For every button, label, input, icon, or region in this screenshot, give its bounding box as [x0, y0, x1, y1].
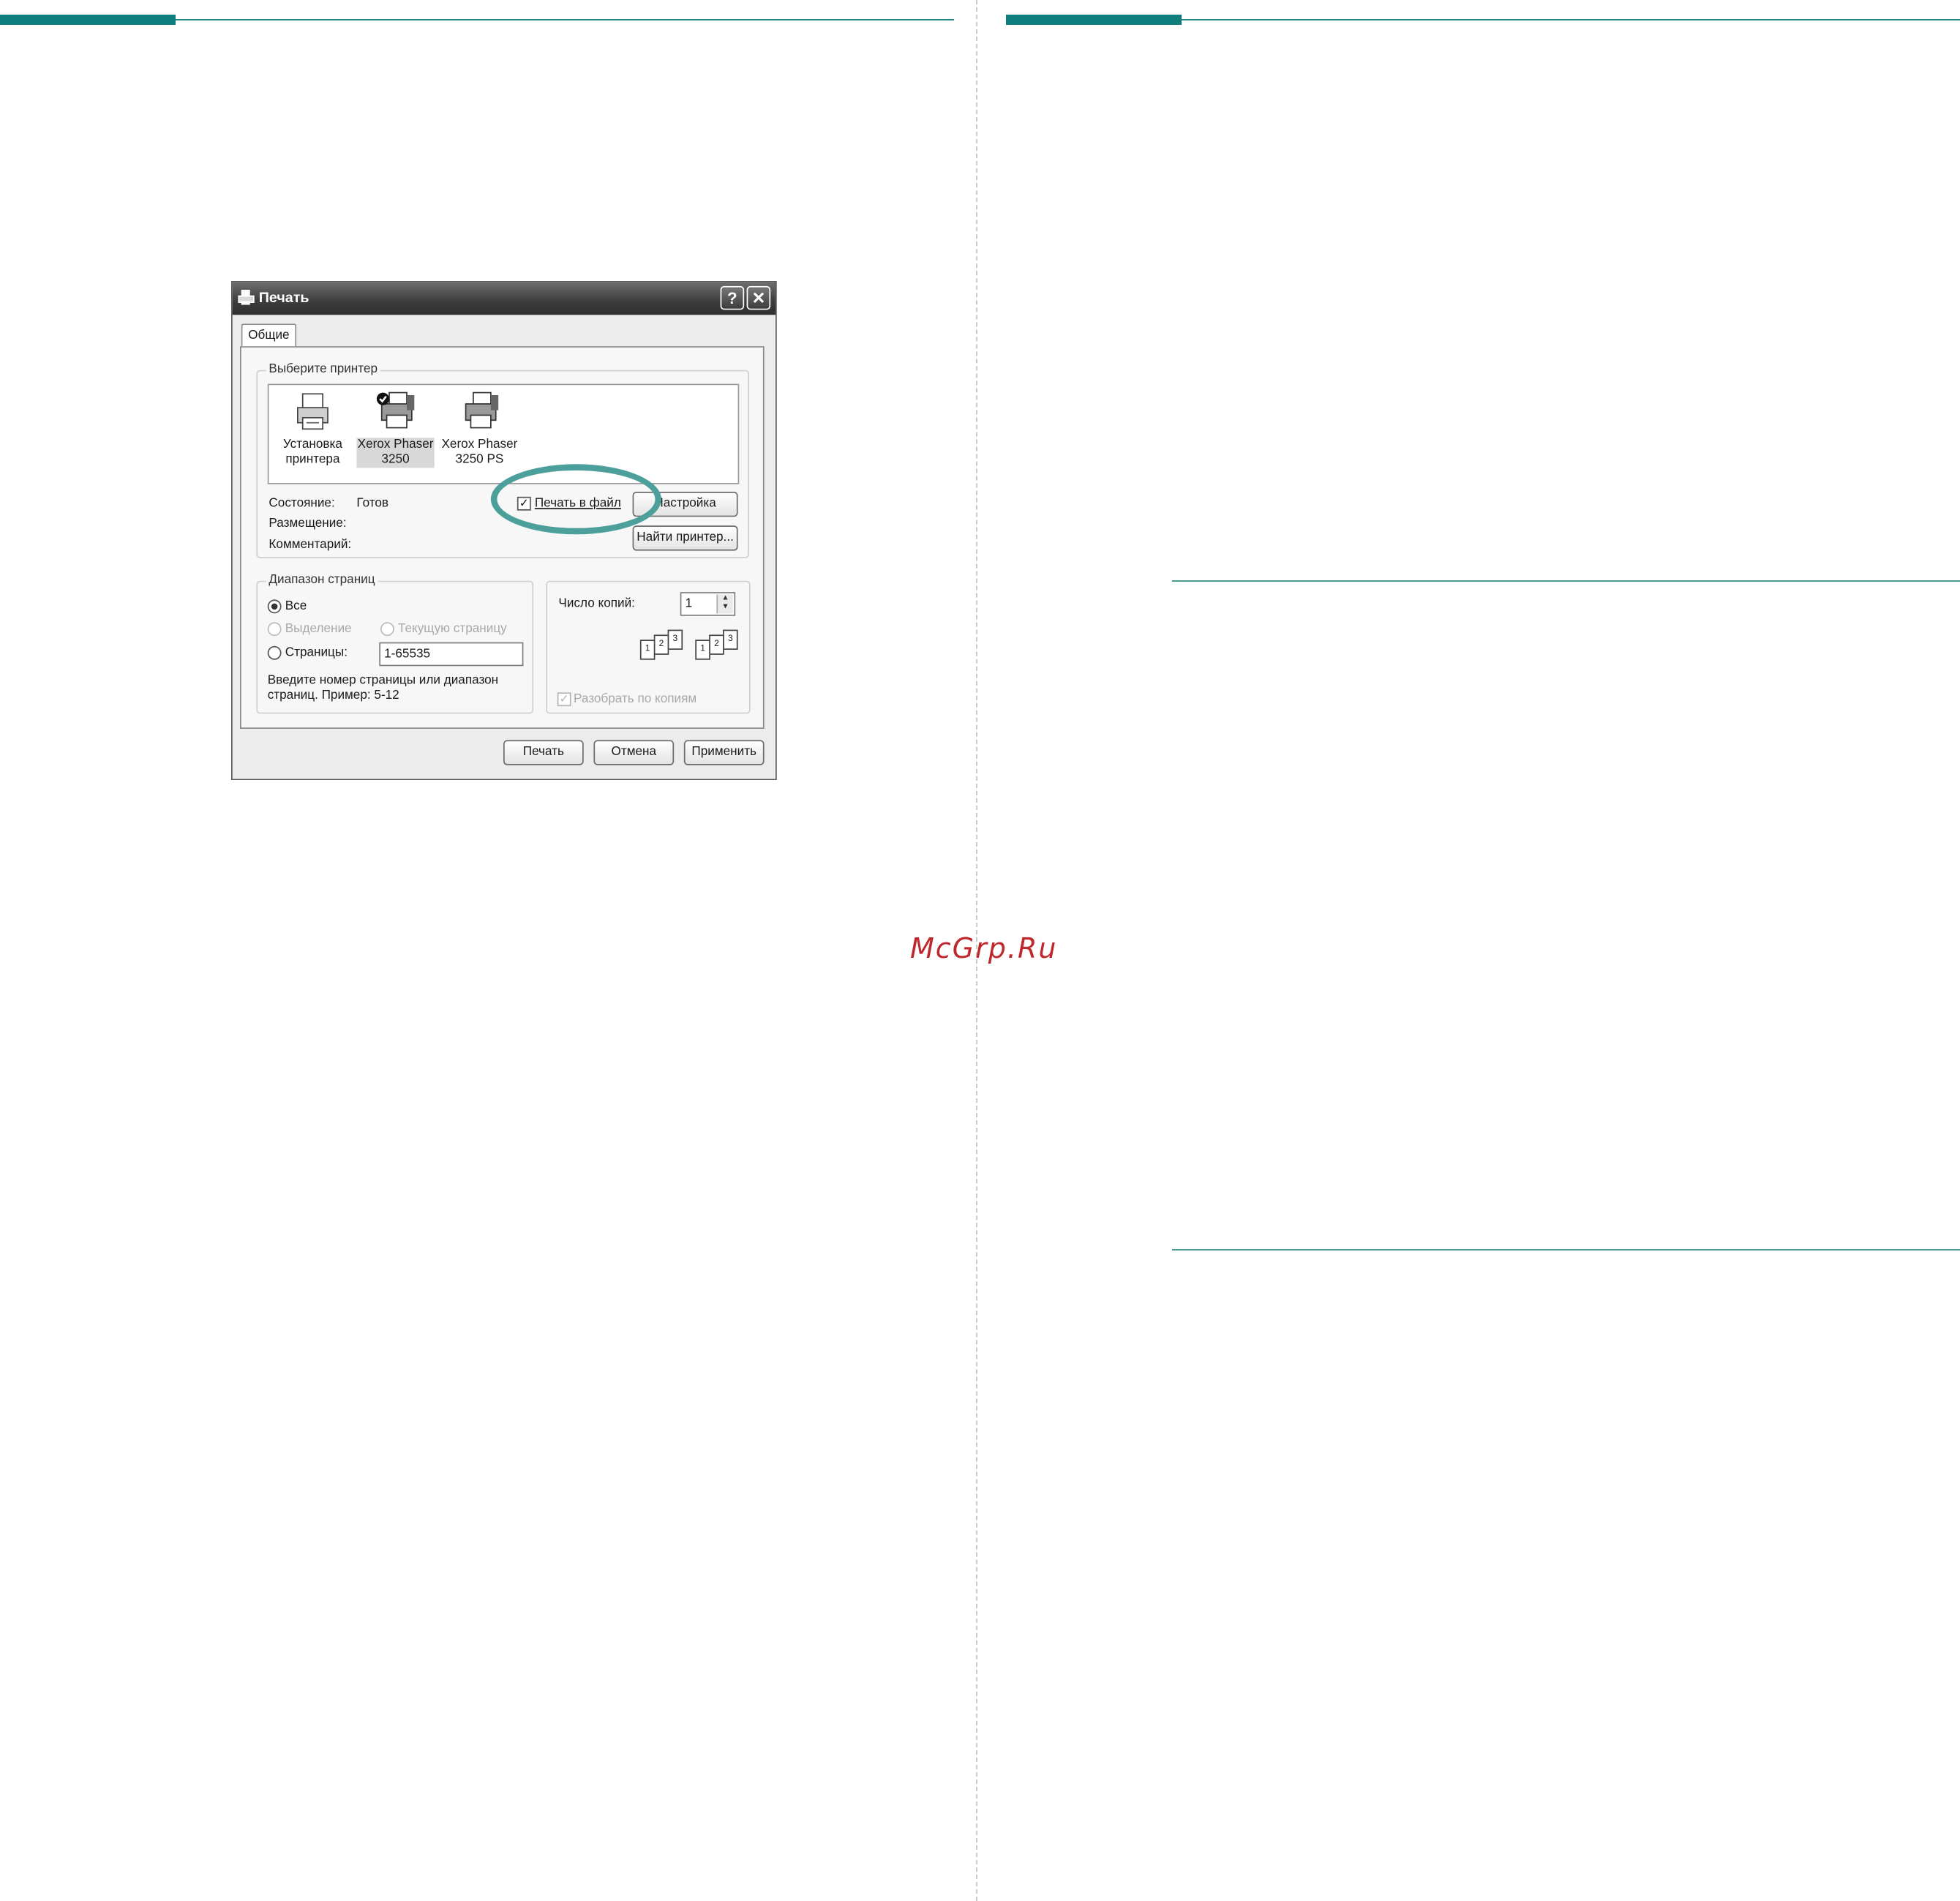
selection-label[interactable]: Выделение: [285, 622, 352, 636]
collate-page-icon: 2: [653, 634, 669, 655]
watermark-text: McGrp.Ru: [910, 932, 1058, 964]
page-range-group: Диапазон страниц Все Выделение Текущую с…: [256, 573, 534, 714]
printer-icon: [238, 290, 255, 305]
all-pages-label[interactable]: Все: [285, 599, 307, 613]
print-dialog-screenshot: Печать ? ✕ Общие Выберите принтер Устано…: [231, 281, 777, 780]
select-printer-group: Выберите принтер Установка принтера Xero…: [256, 362, 750, 558]
selection-radio[interactable]: [267, 622, 282, 637]
general-panel: Выберите принтер Установка принтера Xero…: [240, 346, 765, 730]
find-printer-button[interactable]: Найти принтер...: [632, 525, 738, 551]
help-button[interactable]: ?: [720, 285, 745, 310]
collate-label[interactable]: Разобрать по копиям: [574, 692, 696, 706]
page-range-hint-line2: страниц. Пример: 5-12: [267, 689, 399, 703]
copies-value: 1: [685, 597, 693, 611]
printer-item-3250-line1: Xerox Phaser: [357, 438, 434, 452]
pages-input[interactable]: 1-65535: [379, 642, 524, 667]
location-label: Размещение:: [269, 517, 347, 531]
close-button[interactable]: ✕: [746, 285, 771, 310]
current-page-radio[interactable]: [380, 622, 394, 637]
all-pages-radio[interactable]: [267, 599, 282, 614]
page-range-legend: Диапазон страниц: [266, 573, 378, 588]
section-rule-2: [1172, 1249, 1960, 1251]
section-rule-1: [1172, 580, 1960, 582]
dialog-title: Печать: [258, 290, 309, 307]
printer-item-3250ps-line2: 3250 PS: [455, 452, 504, 467]
collate-page-icon: 3: [667, 629, 683, 650]
copies-input[interactable]: 1 ▲ ▼: [680, 592, 736, 616]
printer-item-add[interactable]: Установка принтера: [274, 390, 351, 468]
add-printer-icon: [297, 393, 328, 430]
left-header-line: [176, 19, 954, 20]
status-label: Состояние:: [269, 496, 335, 511]
print-button[interactable]: Печать: [503, 740, 584, 765]
collate-page-icon: 1: [695, 640, 710, 660]
right-header-line: [1182, 19, 1960, 20]
printer-item-xerox-3250[interactable]: Xerox Phaser 3250: [356, 390, 435, 468]
tab-general[interactable]: Общие: [241, 323, 297, 347]
pages-radio[interactable]: [267, 645, 282, 660]
copies-label: Число копий:: [558, 597, 635, 611]
copies-spinner-icon[interactable]: ▲ ▼: [716, 594, 733, 614]
dialog-titlebar[interactable]: Печать ? ✕: [232, 282, 776, 315]
collate-page-icon: 3: [723, 629, 738, 650]
print-dialog: Печать ? ✕ Общие Выберите принтер Устано…: [231, 281, 777, 780]
left-header-bar: [0, 15, 176, 25]
printer-item-3250ps-line1: Xerox Phaser: [441, 438, 518, 452]
printer-item-xerox-3250ps[interactable]: Xerox Phaser 3250 PS: [440, 390, 518, 468]
printer-item-3250-line2: 3250: [381, 452, 410, 467]
right-header-bar: [1006, 15, 1182, 25]
collate-page-icon: 2: [709, 634, 724, 655]
printer-item-add-line1: Установка: [282, 438, 342, 452]
printer-list[interactable]: Установка принтера Xerox Phaser 3250 Xer…: [267, 383, 740, 484]
current-page-label[interactable]: Текущую страницу: [398, 622, 507, 636]
page-range-hint-line1: Введите номер страницы или диапазон: [267, 673, 499, 688]
comment-label: Комментарий:: [269, 538, 352, 552]
cancel-button[interactable]: Отмена: [593, 740, 675, 765]
printer-item-add-line2: принтера: [285, 452, 340, 467]
printer-icon: [465, 391, 499, 429]
collate-page-icon: 1: [639, 640, 656, 660]
default-printer-icon: [376, 391, 415, 429]
status-value: Готов: [356, 496, 389, 511]
print-to-file-highlight: [490, 464, 662, 535]
pages-label[interactable]: Страницы:: [285, 646, 348, 660]
select-printer-legend: Выберите принтер: [266, 362, 380, 377]
collate-checkbox[interactable]: ✓: [557, 692, 571, 707]
apply-button[interactable]: Применить: [683, 740, 765, 765]
copies-group: Число копий: 1 ▲ ▼ 3 2 1 3 2 1 ✓ Разобрат…: [546, 580, 751, 714]
